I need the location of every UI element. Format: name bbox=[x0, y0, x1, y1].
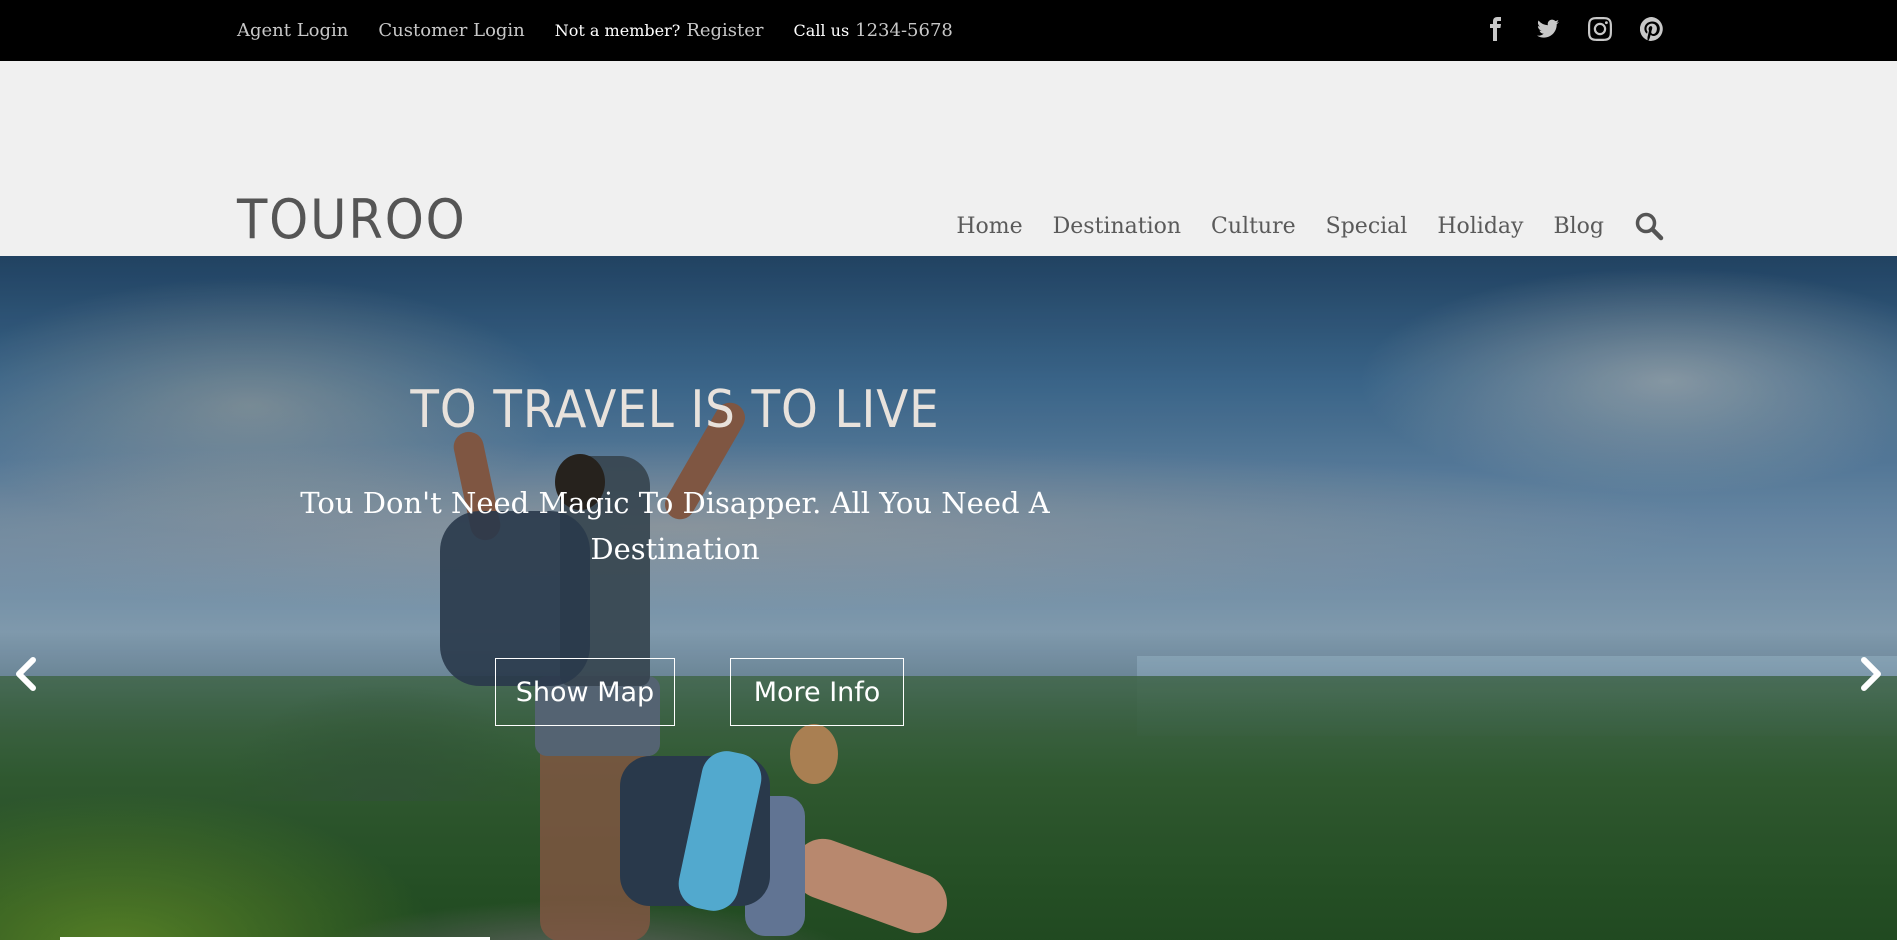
main-nav: Home Destination Culture Special Holiday… bbox=[926, 211, 1664, 241]
nav-special[interactable]: Special bbox=[1326, 214, 1408, 239]
top-links: Agent Login Customer Login Not a member?… bbox=[237, 20, 983, 41]
not-member-label: Not a member? bbox=[554, 21, 681, 40]
search-icon[interactable] bbox=[1634, 211, 1664, 241]
call-us-label: Call us bbox=[793, 21, 850, 40]
hero-subtitle: Tou Don't Need Magic To Disapper. All Yo… bbox=[300, 486, 1050, 566]
agent-login-link[interactable]: Agent Login bbox=[237, 20, 348, 41]
show-map-button[interactable]: Show Map bbox=[495, 658, 675, 726]
hero-title: TO TRAVEL IS TO LIVE bbox=[410, 380, 940, 440]
phone-number[interactable]: 1234-5678 bbox=[855, 20, 953, 41]
nav-holiday[interactable]: Holiday bbox=[1437, 214, 1523, 239]
nav-home[interactable]: Home bbox=[956, 214, 1022, 239]
top-bar: Agent Login Customer Login Not a member?… bbox=[0, 0, 1897, 61]
site-header: TOUROO Home Destination Culture Special … bbox=[0, 61, 1897, 256]
site-logo[interactable]: TOUROO bbox=[237, 193, 467, 247]
nav-blog[interactable]: Blog bbox=[1553, 214, 1604, 239]
nav-destination[interactable]: Destination bbox=[1053, 214, 1181, 239]
nav-culture[interactable]: Culture bbox=[1211, 214, 1296, 239]
facebook-icon[interactable] bbox=[1484, 16, 1508, 41]
more-info-button[interactable]: More Info bbox=[730, 658, 904, 726]
twitter-icon[interactable] bbox=[1536, 17, 1560, 41]
slider-next-arrow-icon[interactable] bbox=[1855, 654, 1887, 694]
customer-login-link[interactable]: Customer Login bbox=[378, 20, 524, 41]
hero-slider: TO TRAVEL IS TO LIVE Tou Don't Need Magi… bbox=[0, 256, 1897, 940]
register-link[interactable]: Register bbox=[686, 20, 763, 41]
pinterest-icon[interactable] bbox=[1640, 16, 1664, 41]
slider-prev-arrow-icon[interactable] bbox=[10, 654, 42, 694]
instagram-icon[interactable] bbox=[1588, 16, 1612, 41]
hero-overlay bbox=[0, 256, 1897, 940]
social-links bbox=[1484, 16, 1664, 41]
